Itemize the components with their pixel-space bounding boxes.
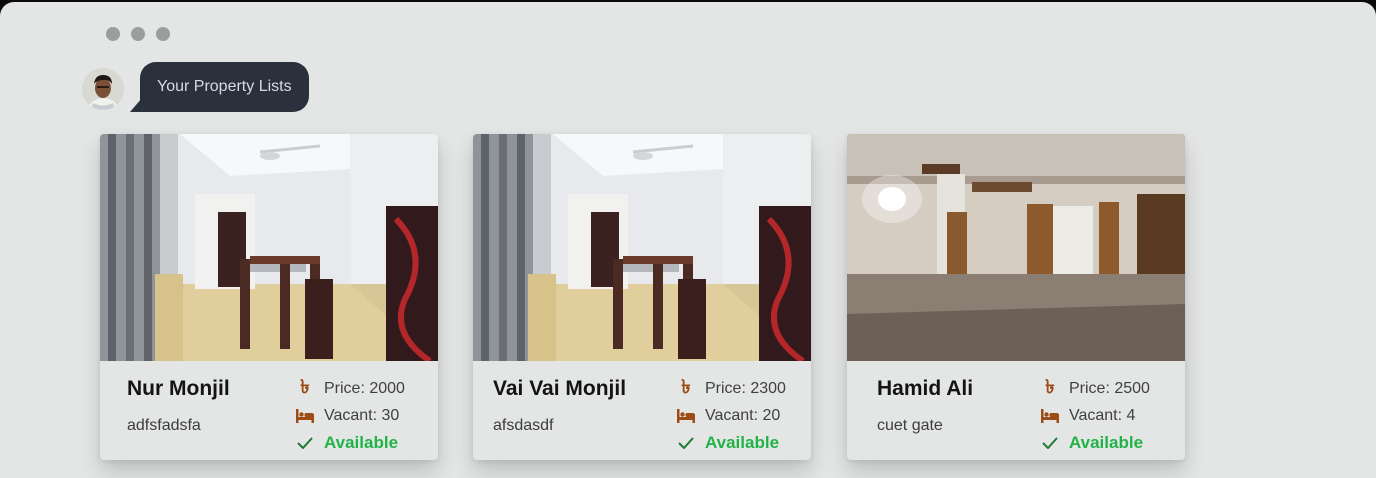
property-price: Price: 2300 <box>705 379 786 397</box>
window-dot-1[interactable] <box>106 27 120 41</box>
property-name: Vai Vai Monjil <box>493 377 627 400</box>
property-photo <box>847 134 1185 361</box>
app-window: Your Property Lists Nur Monjil adfsfadsf… <box>0 2 1376 478</box>
availability-status: Available <box>324 432 399 452</box>
bed-icon <box>677 407 695 425</box>
property-photo <box>473 134 811 361</box>
property-address: afsdasdf <box>493 417 554 434</box>
window-dot-2[interactable] <box>131 27 145 41</box>
window-dot-3[interactable] <box>156 27 170 41</box>
property-address: adfsfadsfa <box>127 417 201 434</box>
availability-status: Available <box>705 432 780 452</box>
avatar[interactable] <box>82 68 124 110</box>
property-card[interactable]: Hamid Ali cuet gate ৳ Price: 2500 Vacant:… <box>847 134 1185 460</box>
taka-icon: ৳ <box>300 376 310 398</box>
check-icon <box>677 434 695 452</box>
check-icon <box>1041 434 1059 452</box>
window-controls <box>106 27 170 41</box>
property-vacant: Vacant: 30 <box>324 406 400 424</box>
property-meta: ৳ Price: 2300 Vacant: 20 Available <box>677 375 786 456</box>
property-list-bubble: Your Property Lists <box>140 62 309 112</box>
property-address: cuet gate <box>877 417 943 434</box>
property-photo <box>100 134 438 361</box>
property-card[interactable]: Nur Monjil adfsfadsfa ৳ Price: 2000 Vacan… <box>100 134 438 460</box>
property-name: Hamid Ali <box>877 377 974 400</box>
property-meta: ৳ Price: 2500 Vacant: 4 Available <box>1041 375 1150 456</box>
availability-status: Available <box>1069 432 1144 452</box>
property-price: Price: 2500 <box>1069 379 1150 397</box>
bed-icon <box>1041 407 1059 425</box>
chat-header: Your Property Lists <box>82 62 309 112</box>
property-vacant: Vacant: 4 <box>1069 406 1136 424</box>
property-price: Price: 2000 <box>324 379 405 397</box>
bed-icon <box>296 407 314 425</box>
bubble-text: Your Property Lists <box>157 78 292 95</box>
check-icon <box>296 434 314 452</box>
taka-icon: ৳ <box>681 376 691 398</box>
property-name: Nur Monjil <box>127 377 230 400</box>
property-meta: ৳ Price: 2000 Vacant: 30 Available <box>296 375 405 456</box>
property-card[interactable]: Vai Vai Monjil afsdasdf ৳ Price: 2300 Vac… <box>473 134 811 460</box>
taka-icon: ৳ <box>1045 376 1055 398</box>
property-vacant: Vacant: 20 <box>705 406 781 424</box>
